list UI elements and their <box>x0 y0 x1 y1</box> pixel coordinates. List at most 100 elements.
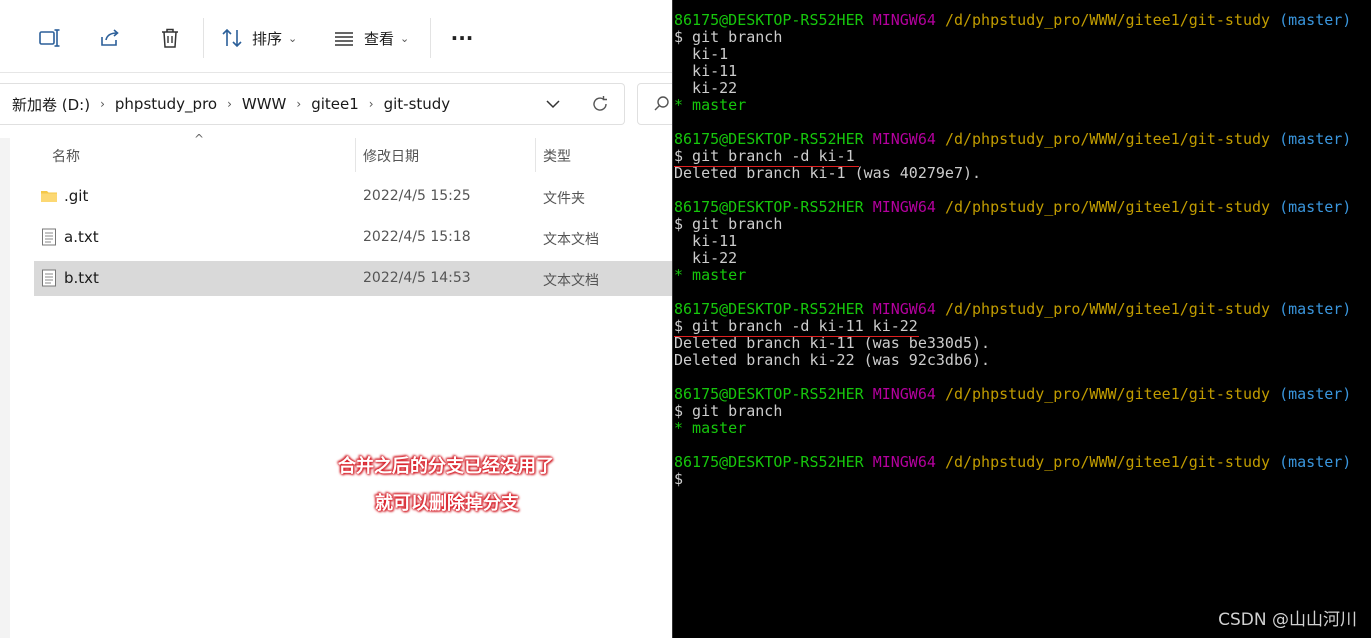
share-icon <box>101 29 119 46</box>
file-modified: 2022/4/5 15:18 <box>363 229 471 245</box>
navigation-pane-edge <box>0 138 10 638</box>
terminal-line: $ <box>674 471 1351 488</box>
more-options-button[interactable]: ··· <box>448 18 476 58</box>
current-branch: * master <box>674 266 747 284</box>
prompt-shell: MINGW64 <box>872 130 936 148</box>
breadcrumb-item[interactable]: 新加卷 (D:) <box>12 94 90 115</box>
text-file-icon <box>42 228 56 246</box>
prompt-path: /d/phpstudy_pro/WWW/gitee1/git-study <box>944 130 1271 148</box>
prompt-user: 86175@DESKTOP-RS52HER <box>674 453 864 471</box>
terminal-command: $ git branch -d ki-11 ki-22 <box>674 317 918 335</box>
toolbar-separator <box>430 18 431 58</box>
terminal-prompt-line: 86175@DESKTOP-RS52HER MINGW64 /d/phpstud… <box>674 199 1351 216</box>
file-name: b.txt <box>64 269 99 287</box>
file-row-selected[interactable]: b.txt 2022/4/5 14:53 文本文档 <box>34 261 672 296</box>
delete-button[interactable] <box>157 18 183 58</box>
chevron-right-icon[interactable]: › <box>296 97 301 111</box>
rename-button[interactable] <box>36 18 62 58</box>
breadcrumb-item[interactable]: gitee1 <box>311 95 359 113</box>
terminal-command: $ git branch <box>674 215 783 233</box>
explorer-toolbar: 排序 ⌄ 查看 ⌄ ··· <box>0 0 672 73</box>
prompt-branch: (master) <box>1279 198 1352 216</box>
terminal-prompt-line: 86175@DESKTOP-RS52HER MINGW64 /d/phpstud… <box>674 454 1351 471</box>
column-headers: ^ 名称 修改日期 类型 <box>34 132 672 172</box>
terminal-output-line: ki-11 <box>674 62 738 80</box>
prompt-user: 86175@DESKTOP-RS52HER <box>674 11 864 29</box>
prompt-branch: (master) <box>1279 130 1352 148</box>
prompt-path: /d/phpstudy_pro/WWW/gitee1/git-study <box>944 453 1271 471</box>
terminal-line: $ git branch <box>674 29 1351 46</box>
prompt-path: /d/phpstudy_pro/WWW/gitee1/git-study <box>944 300 1271 318</box>
terminal-output-line: Deleted branch ki-22 (was 92c3db6). <box>674 351 991 369</box>
prompt-path: /d/phpstudy_pro/WWW/gitee1/git-study <box>944 385 1271 403</box>
sort-button[interactable]: 排序 ⌄ <box>220 18 297 58</box>
terminal-line: ki-22 <box>674 80 1351 97</box>
terminal-command: $ git branch <box>674 402 783 420</box>
column-header-modified[interactable]: 修改日期 <box>363 146 419 166</box>
column-divider[interactable] <box>535 138 536 172</box>
chevron-down-icon: ⌄ <box>288 31 298 45</box>
breadcrumb-item[interactable]: git-study <box>384 95 451 113</box>
column-divider[interactable] <box>355 138 356 172</box>
share-button[interactable] <box>97 18 123 58</box>
trash-icon <box>162 28 178 48</box>
file-modified: 2022/4/5 14:53 <box>363 270 471 286</box>
chevron-right-icon[interactable]: › <box>369 97 374 111</box>
address-bar[interactable]: 新加卷 (D:) › phpstudy_pro › WWW › gitee1 ›… <box>0 83 625 125</box>
prompt-branch: (master) <box>1279 453 1352 471</box>
breadcrumb: 新加卷 (D:) › phpstudy_pro › WWW › gitee1 ›… <box>12 84 450 124</box>
git-bash-terminal[interactable]: 86175@DESKTOP-RS52HER MINGW64 /d/phpstud… <box>672 0 1371 638</box>
file-type: 文本文档 <box>543 273 599 289</box>
prompt-user: 86175@DESKTOP-RS52HER <box>674 300 864 318</box>
terminal-line: * master <box>674 97 1351 114</box>
terminal-command: $ git branch <box>674 28 783 46</box>
terminal-command: $ <box>674 470 684 488</box>
chevron-right-icon[interactable]: › <box>100 97 105 111</box>
refresh-icon[interactable] <box>591 95 609 113</box>
file-row[interactable]: .git 2022/4/5 15:25 文件夹 <box>34 179 672 214</box>
rename-icon <box>39 29 60 47</box>
prompt-shell: MINGW64 <box>872 300 936 318</box>
terminal-output-line: ki-1 <box>674 45 729 63</box>
address-history-dropdown-icon[interactable] <box>545 96 561 112</box>
terminal-line: * master <box>674 420 1351 437</box>
terminal-line: ki-22 <box>674 250 1351 267</box>
prompt-branch: (master) <box>1279 385 1352 403</box>
more-icon: ··· <box>450 26 474 50</box>
view-label: 查看 <box>364 29 395 48</box>
terminal-line: $ git branch <box>674 216 1351 233</box>
breadcrumb-item[interactable]: WWW <box>242 95 287 113</box>
prompt-path: /d/phpstudy_pro/WWW/gitee1/git-study <box>944 11 1271 29</box>
sort-icon <box>222 28 242 48</box>
prompt-user: 86175@DESKTOP-RS52HER <box>674 198 864 216</box>
text-file-icon <box>42 269 56 287</box>
view-button[interactable]: 查看 ⌄ <box>332 18 409 58</box>
folder-icon <box>41 191 57 202</box>
column-header-type[interactable]: 类型 <box>543 146 571 166</box>
column-header-name[interactable]: 名称 <box>52 146 80 166</box>
breadcrumb-item[interactable]: phpstudy_pro <box>115 95 217 113</box>
chevron-right-icon[interactable]: › <box>227 97 232 111</box>
file-type: 文件夹 <box>543 191 585 207</box>
terminal-output-line: ki-22 <box>674 79 738 97</box>
search-box[interactable] <box>637 83 672 125</box>
terminal-line: $ git branch -d ki-1 <box>674 148 1351 165</box>
file-row[interactable]: a.txt 2022/4/5 15:18 文本文档 <box>34 220 672 255</box>
